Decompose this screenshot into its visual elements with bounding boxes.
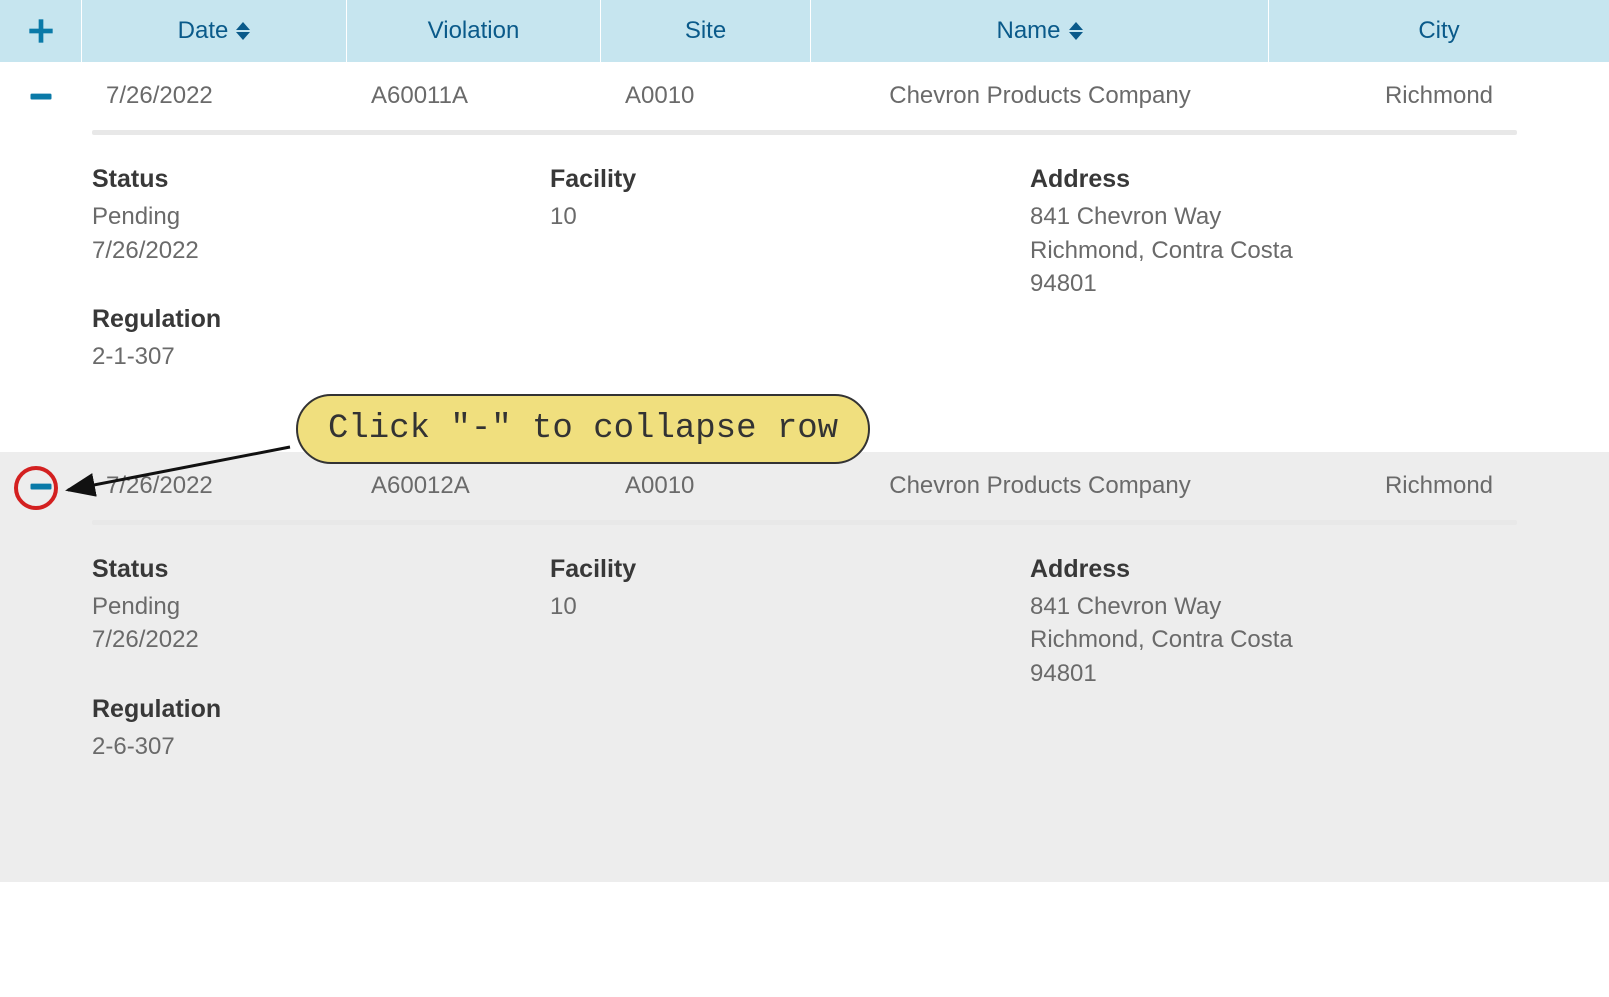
header-name[interactable]: Name [811, 0, 1269, 62]
plus-icon [27, 17, 55, 45]
status-value: Pending [92, 200, 550, 234]
row-details: Status Pending 7/26/2022 Regulation 2-6-… [0, 555, 1609, 842]
annotation-arrow [60, 442, 310, 502]
regulation-value: 2-6-307 [92, 730, 550, 764]
header-city-label: City [1418, 17, 1459, 45]
header-name-label: Name [996, 17, 1060, 45]
regulation-label: Regulation [92, 305, 550, 334]
expand-all-header[interactable] [0, 0, 82, 62]
regulation-label: Regulation [92, 695, 550, 724]
status-label: Status [92, 555, 550, 584]
header-city[interactable]: City [1269, 0, 1609, 62]
facility-value: 10 [550, 200, 1030, 234]
header-site-label: Site [685, 17, 726, 45]
address-line1: 841 Chevron Way [1030, 590, 1517, 624]
cell-city: Richmond [1269, 472, 1609, 500]
collapse-toggle[interactable] [0, 82, 82, 110]
address-line2: Richmond, Contra Costa [1030, 234, 1517, 268]
header-date-label: Date [178, 17, 229, 45]
cell-date: 7/26/2022 [82, 82, 347, 110]
status-date: 7/26/2022 [92, 623, 550, 657]
status-label: Status [92, 165, 550, 194]
minus-icon [27, 82, 55, 110]
annotation-callout: Click "-" to collapse row [296, 394, 870, 464]
address-line3: 94801 [1030, 267, 1517, 301]
facility-label: Facility [550, 555, 1030, 584]
header-site[interactable]: Site [601, 0, 811, 62]
violations-table: Date Violation Site Name City [0, 0, 1609, 882]
cell-violation: A60012A [347, 472, 601, 500]
header-violation-label: Violation [428, 17, 520, 45]
facility-value: 10 [550, 590, 1030, 624]
sort-icon [1069, 22, 1083, 40]
cell-site: A0010 [601, 472, 811, 500]
cell-name: Chevron Products Company [811, 82, 1269, 110]
table-row-group: Click "-" to collapse row 7/26/2022 A600… [0, 452, 1609, 882]
cell-city: Richmond [1269, 82, 1609, 110]
regulation-value: 2-1-307 [92, 340, 550, 374]
table-row: 7/26/2022 A60011A A0010 Chevron Products… [0, 62, 1609, 130]
cell-name: Chevron Products Company [811, 472, 1269, 500]
facility-label: Facility [550, 165, 1030, 194]
table-header-row: Date Violation Site Name City [0, 0, 1609, 62]
cell-violation: A60011A [347, 82, 601, 110]
address-line1: 841 Chevron Way [1030, 200, 1517, 234]
sort-icon [236, 22, 250, 40]
status-value: Pending [92, 590, 550, 624]
address-label: Address [1030, 555, 1517, 584]
header-violation[interactable]: Violation [347, 0, 601, 62]
minus-icon [27, 472, 55, 500]
cell-site: A0010 [601, 82, 811, 110]
address-label: Address [1030, 165, 1517, 194]
address-line3: 94801 [1030, 657, 1517, 691]
address-line2: Richmond, Contra Costa [1030, 623, 1517, 657]
row-divider [92, 520, 1517, 525]
status-date: 7/26/2022 [92, 234, 550, 268]
row-divider [92, 130, 1517, 135]
header-date[interactable]: Date [82, 0, 347, 62]
